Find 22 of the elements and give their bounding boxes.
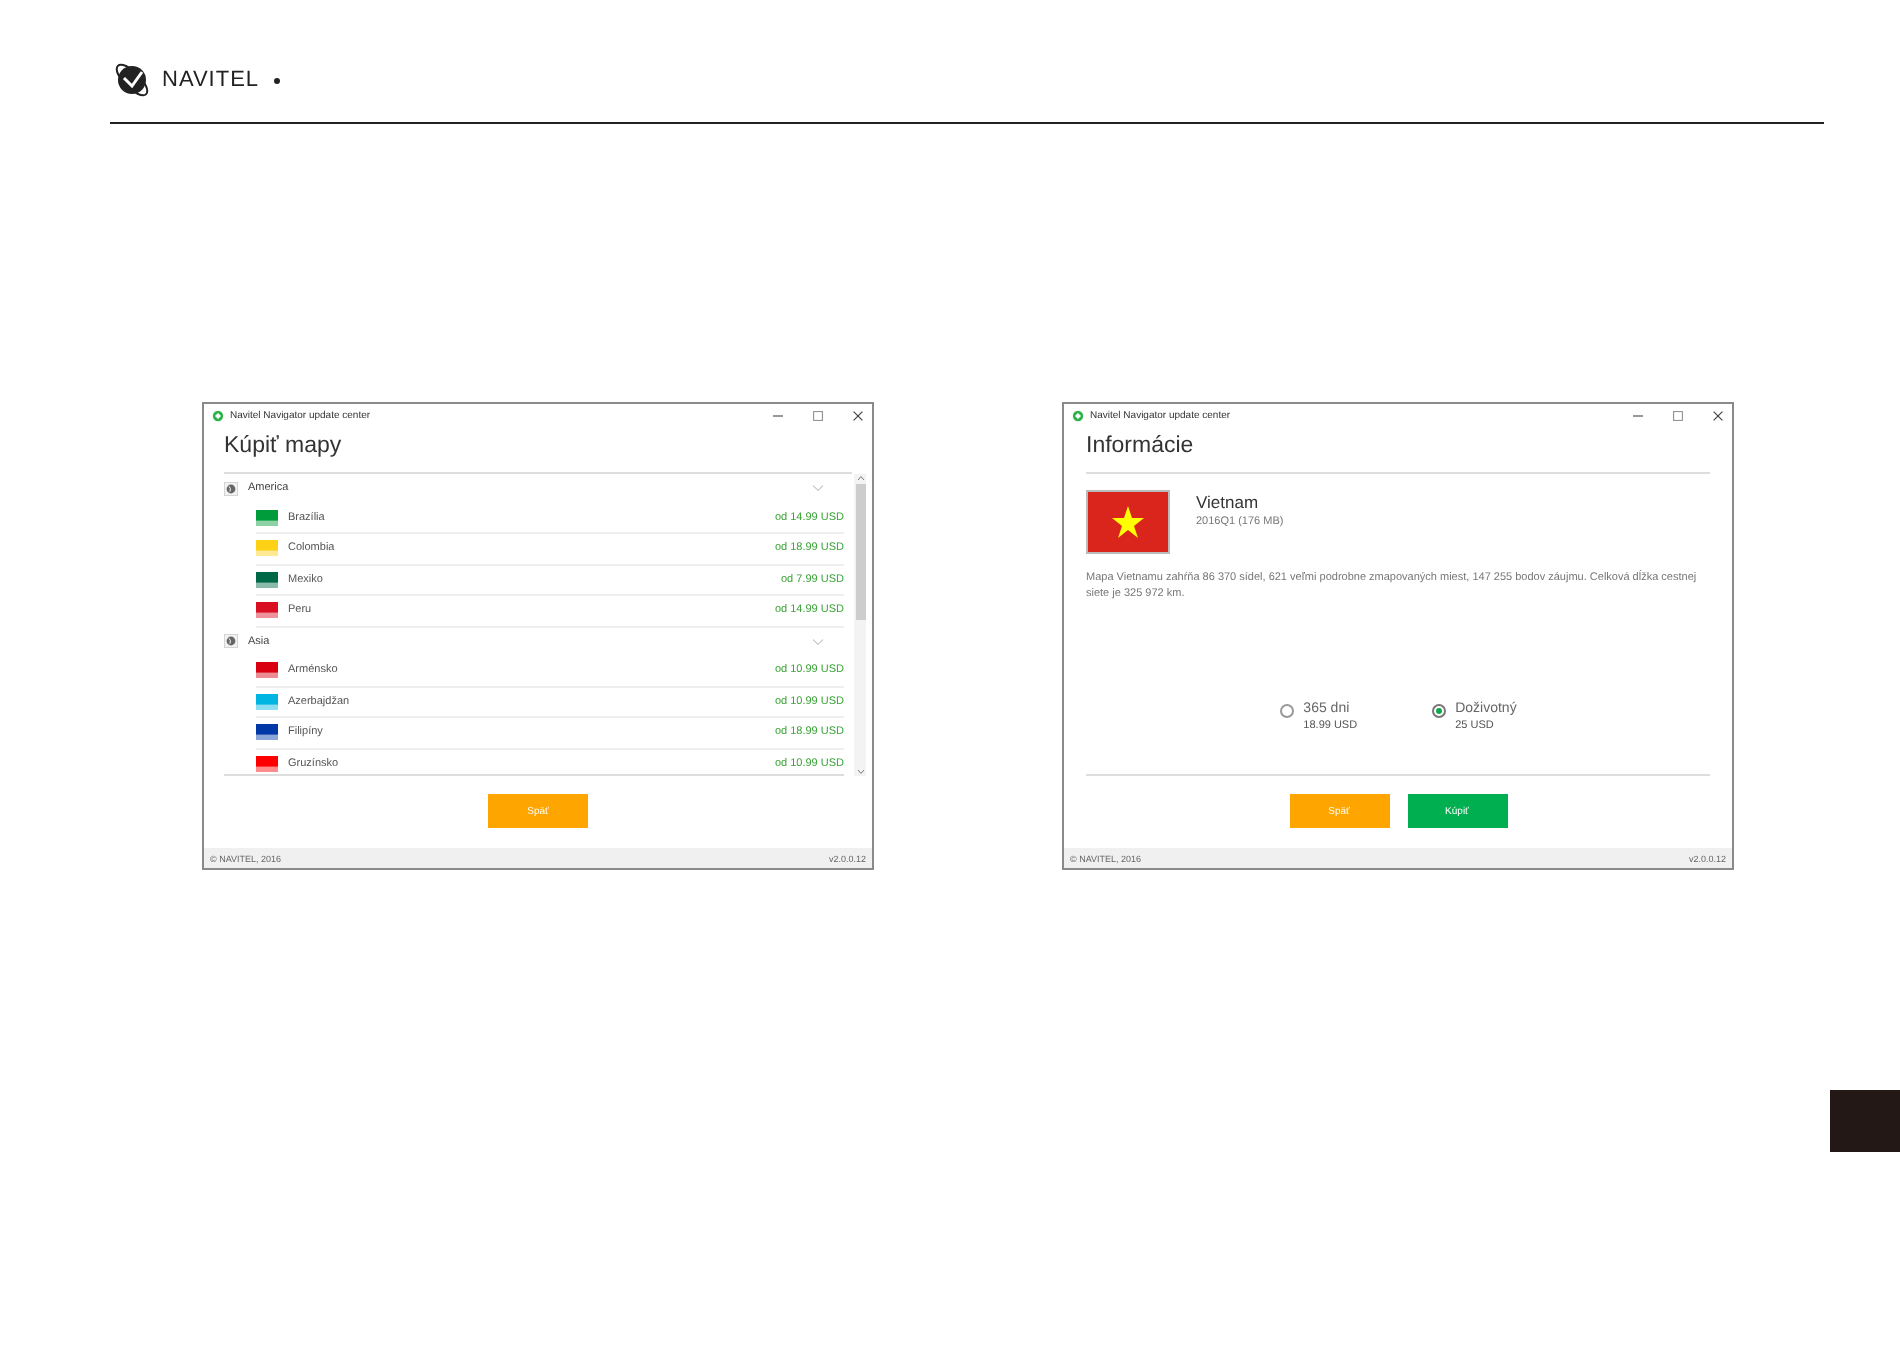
scrollbar-thumb[interactable] — [855, 484, 865, 620]
radio-button[interactable] — [1279, 704, 1294, 718]
minimize-icon[interactable] — [772, 409, 784, 421]
close-icon[interactable] — [1712, 409, 1724, 421]
brand-logo: NAVITEL — [162, 68, 260, 92]
app-icon — [212, 409, 224, 421]
maximize-icon[interactable] — [812, 409, 824, 421]
radio-button[interactable] — [1431, 704, 1446, 718]
page-heading: Informácie — [1086, 434, 1710, 474]
star-icon — [1110, 504, 1146, 540]
scroll-down-icon — [855, 768, 865, 776]
close-icon[interactable] — [852, 409, 864, 421]
maximize-icon[interactable] — [1672, 409, 1684, 421]
globe-icon — [224, 481, 238, 496]
minimize-icon[interactable] — [1632, 409, 1644, 421]
scroll-up-icon — [855, 474, 865, 482]
page-heading: Kúpiť mapy — [224, 434, 852, 474]
globe-icon — [224, 634, 238, 649]
logo-icon — [110, 58, 154, 102]
app-icon — [1072, 409, 1084, 421]
map-name: Vietnam — [1196, 492, 1261, 512]
registered-mark-icon — [273, 77, 280, 83]
